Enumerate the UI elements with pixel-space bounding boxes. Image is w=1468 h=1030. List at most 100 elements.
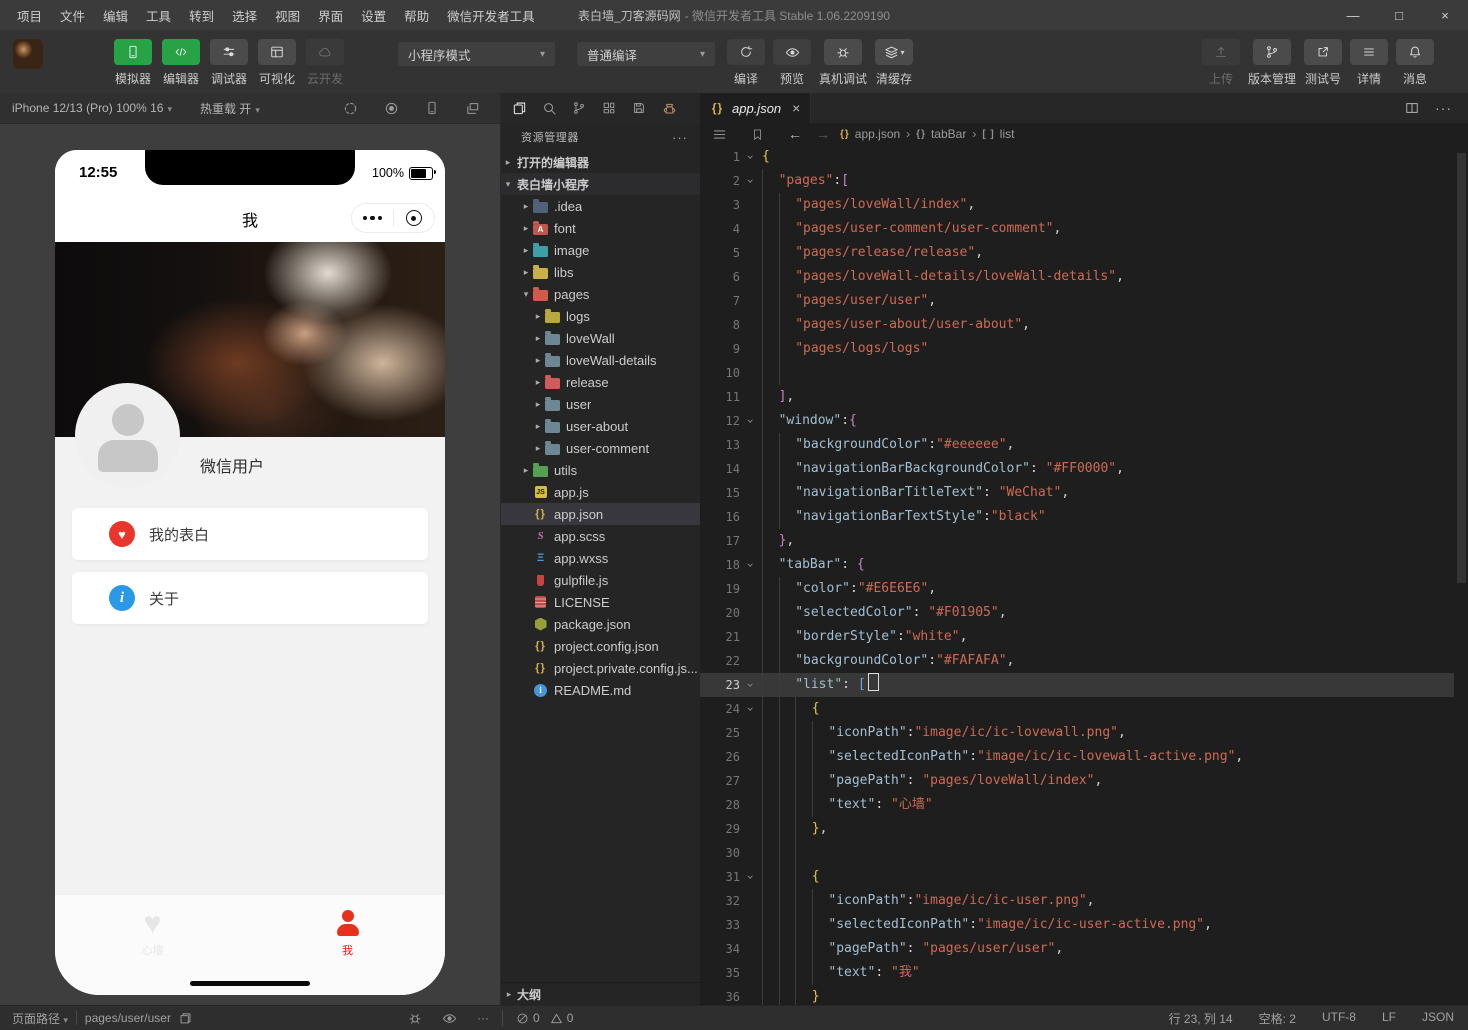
editor-scrollbar[interactable] bbox=[1457, 153, 1466, 583]
code-line-34[interactable]: 34 "pagePath": "pages/user/user", bbox=[700, 937, 1454, 961]
code-line-29[interactable]: 29 }, bbox=[700, 817, 1454, 841]
status-more-icon[interactable]: ··· bbox=[477, 1011, 489, 1025]
layout-grid-icon[interactable] bbox=[599, 101, 619, 115]
code-line-10[interactable]: 10 bbox=[700, 361, 1454, 385]
code-line-16[interactable]: 16 "navigationBarTextStyle":"black" bbox=[700, 505, 1454, 529]
screenshot-icon[interactable] bbox=[343, 101, 358, 116]
code-line-22[interactable]: 22 "backgroundColor":"#FAFAFA", bbox=[700, 649, 1454, 673]
debug-status-icon[interactable] bbox=[408, 1011, 422, 1025]
maximize-button[interactable]: □ bbox=[1376, 0, 1422, 30]
tree-item-.idea[interactable]: ▸ .idea bbox=[501, 195, 700, 217]
toolbar-button-bug[interactable]: 真机调试 bbox=[819, 39, 867, 87]
menu-item[interactable]: 选择 bbox=[223, 6, 266, 25]
toolbar-button-cloud[interactable]: 云开发 bbox=[306, 39, 344, 87]
menu-item[interactable]: 微信开发者工具 bbox=[438, 6, 544, 25]
outline-list-icon[interactable] bbox=[712, 127, 727, 142]
code-line-4[interactable]: 4 "pages/user-comment/user-comment", bbox=[700, 217, 1454, 241]
code-line-33[interactable]: 33 "selectedIconPath":"image/ic/ic-user-… bbox=[700, 913, 1454, 937]
code-editor[interactable]: 1 › { 2 › "pages":[ 3 "pages/loveWall/in… bbox=[700, 145, 1454, 1005]
outline-section[interactable]: ▸大纲 bbox=[501, 982, 700, 1005]
code-line-1[interactable]: 1 › { bbox=[700, 145, 1454, 169]
code-line-13[interactable]: 13 "backgroundColor":"#eeeeee", bbox=[700, 433, 1454, 457]
toolbar-button-refresh[interactable]: 编译 bbox=[727, 39, 765, 87]
code-line-14[interactable]: 14 "navigationBarBackgroundColor": "#FF0… bbox=[700, 457, 1454, 481]
toolbar-button-layers[interactable]: ▾ 清缓存 bbox=[875, 39, 913, 87]
code-line-11[interactable]: 11 ], bbox=[700, 385, 1454, 409]
tree-section-project-root[interactable]: ▾表白墙小程序 bbox=[501, 173, 700, 195]
toolbar-button-upload[interactable]: 上传 bbox=[1202, 39, 1240, 87]
tree-item-release[interactable]: ▸ release bbox=[501, 371, 700, 393]
menu-item[interactable]: 项目 bbox=[8, 6, 51, 25]
toolbar-button-branch[interactable]: 版本管理 bbox=[1248, 39, 1296, 87]
user-avatar-placeholder[interactable] bbox=[75, 383, 180, 488]
encoding[interactable]: UTF-8 bbox=[1322, 1010, 1356, 1027]
toolbar-button-sliders[interactable]: 调试器 bbox=[210, 39, 248, 87]
toolbar-button-external[interactable]: 测试号 bbox=[1304, 39, 1342, 87]
menu-item-about[interactable]: i 关于 bbox=[72, 572, 428, 624]
menu-item[interactable]: 帮助 bbox=[395, 6, 438, 25]
explorer-more-button[interactable]: ··· bbox=[672, 130, 688, 145]
mode-dropdown[interactable]: 小程序模式▾ bbox=[398, 42, 555, 66]
close-button[interactable]: × bbox=[1422, 0, 1468, 30]
tree-item-app.js[interactable]: JSapp.js bbox=[501, 481, 700, 503]
tree-item-README.md[interactable]: iREADME.md bbox=[501, 679, 700, 701]
exit-target-icon[interactable] bbox=[394, 210, 435, 226]
code-line-23[interactable]: 23 › "list": [ bbox=[700, 673, 1454, 697]
code-line-21[interactable]: 21 "borderStyle":"white", bbox=[700, 625, 1454, 649]
code-line-5[interactable]: 5 "pages/release/release", bbox=[700, 241, 1454, 265]
tree-item-app.scss[interactable]: Sapp.scss bbox=[501, 525, 700, 547]
menu-item[interactable]: 界面 bbox=[309, 6, 352, 25]
code-line-2[interactable]: 2 › "pages":[ bbox=[700, 169, 1454, 193]
files-icon[interactable] bbox=[509, 101, 529, 116]
menu-item[interactable]: 视图 bbox=[266, 6, 309, 25]
code-line-30[interactable]: 30 bbox=[700, 841, 1454, 865]
tree-item-loveWall-details[interactable]: ▸ loveWall-details bbox=[501, 349, 700, 371]
tree-item-libs[interactable]: ▸ libs bbox=[501, 261, 700, 283]
minimize-button[interactable]: — bbox=[1330, 0, 1376, 30]
preview-status-icon[interactable] bbox=[442, 1011, 457, 1026]
copy-path-icon[interactable] bbox=[179, 1012, 192, 1025]
tree-item-app.json[interactable]: {}app.json bbox=[501, 503, 700, 525]
code-line-17[interactable]: 17 }, bbox=[700, 529, 1454, 553]
code-line-9[interactable]: 9 "pages/logs/logs" bbox=[700, 337, 1454, 361]
breadcrumb-list[interactable]: [ ]list bbox=[982, 127, 1014, 141]
breadcrumb-tabBar[interactable]: {}tabBar bbox=[916, 127, 966, 141]
tree-item-project.private.config.js...[interactable]: {}project.private.config.js... bbox=[501, 657, 700, 679]
save-icon[interactable] bbox=[629, 101, 649, 115]
cursor-position[interactable]: 行 23, 列 14 bbox=[1169, 1010, 1233, 1027]
code-line-36[interactable]: 36 } bbox=[700, 985, 1454, 1005]
bookmark-icon[interactable] bbox=[751, 128, 764, 141]
menu-item[interactable]: 转到 bbox=[180, 6, 223, 25]
tree-item-utils[interactable]: ▸ utils bbox=[501, 459, 700, 481]
user-avatar[interactable] bbox=[13, 39, 43, 69]
menu-item[interactable]: 设置 bbox=[352, 6, 395, 25]
device-frame-icon[interactable] bbox=[425, 101, 439, 116]
device-selector[interactable]: iPhone 12/13 (Pro) 100% 16▾ bbox=[12, 101, 172, 115]
code-line-31[interactable]: 31 › { bbox=[700, 865, 1454, 889]
tree-item-image[interactable]: ▸ image bbox=[501, 239, 700, 261]
miniprogram-capsule[interactable] bbox=[351, 203, 435, 233]
toolbar-button-layout[interactable]: 可视化 bbox=[258, 39, 296, 87]
code-line-27[interactable]: 27 "pagePath": "pages/loveWall/index", bbox=[700, 769, 1454, 793]
menu-item-my-confession[interactable]: ♥ 我的表白 bbox=[72, 508, 428, 560]
tab-app-json[interactable]: {} app.json × bbox=[700, 93, 811, 123]
nav-back-icon[interactable]: ← bbox=[788, 126, 802, 142]
tree-section-open-editors[interactable]: ▸打开的编辑器 bbox=[501, 151, 700, 173]
code-line-28[interactable]: 28 "text": "心墙" bbox=[700, 793, 1454, 817]
more-dots-icon[interactable] bbox=[352, 216, 393, 221]
tree-item-LICENSE[interactable]: LICENSE bbox=[501, 591, 700, 613]
code-line-7[interactable]: 7 "pages/user/user", bbox=[700, 289, 1454, 313]
menu-item[interactable]: 编辑 bbox=[94, 6, 137, 25]
toolbar-button-menu[interactable]: 详情 bbox=[1350, 39, 1388, 87]
tab-close-icon[interactable]: × bbox=[792, 100, 800, 116]
code-line-3[interactable]: 3 "pages/loveWall/index", bbox=[700, 193, 1454, 217]
tree-item-package.json[interactable]: package.json bbox=[501, 613, 700, 635]
page-path-label[interactable]: 页面路径 ▾ bbox=[12, 1010, 68, 1027]
problems-indicator[interactable]: 0 0 bbox=[516, 1011, 573, 1025]
editor-more-icon[interactable]: ··· bbox=[1435, 100, 1452, 116]
tree-item-loveWall[interactable]: ▸ loveWall bbox=[501, 327, 700, 349]
toolbar-button-code[interactable]: 编辑器 bbox=[162, 39, 200, 87]
code-line-24[interactable]: 24 › { bbox=[700, 697, 1454, 721]
record-icon[interactable] bbox=[384, 101, 399, 116]
code-line-8[interactable]: 8 "pages/user-about/user-about", bbox=[700, 313, 1454, 337]
